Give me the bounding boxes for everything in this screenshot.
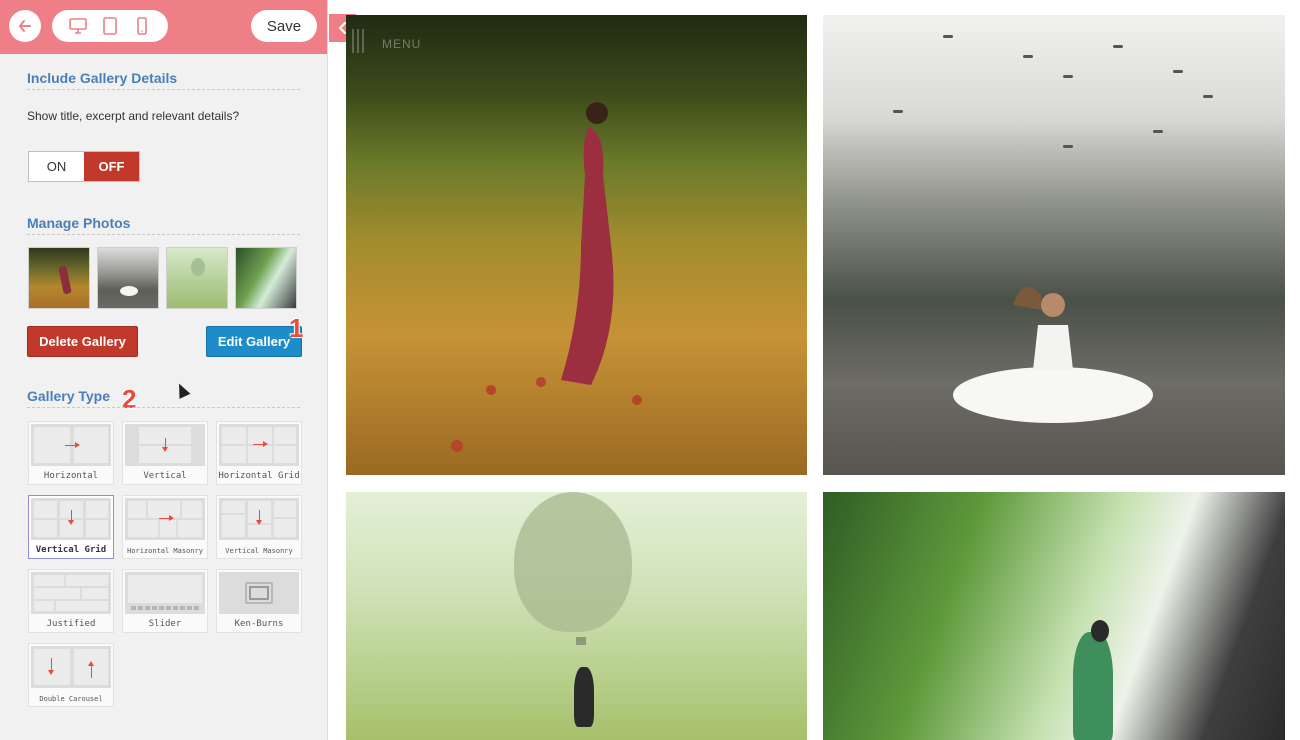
delete-gallery-button[interactable]: Delete Gallery xyxy=(27,326,138,357)
gallery-photo-waterfall[interactable] xyxy=(823,492,1285,740)
balloon-basket xyxy=(576,637,586,645)
gallery-type-label: Double Carousel xyxy=(39,695,103,703)
gallery-type-horizontal[interactable]: Horizontal xyxy=(28,421,114,485)
gallery-type-ken-burns[interactable]: Ken-Burns xyxy=(216,569,302,633)
step-marker-1: 1 xyxy=(289,313,304,343)
menu-label[interactable]: MENU xyxy=(382,37,421,51)
photo-thumbnails xyxy=(28,247,297,309)
gallery-type-slider[interactable]: Slider xyxy=(122,569,208,633)
gallery-type-label: Slider xyxy=(148,619,182,629)
photo-thumbnail[interactable] xyxy=(28,247,90,309)
figure-silhouette xyxy=(561,102,614,385)
ken-burns-layout-icon xyxy=(219,572,299,614)
gallery-type-horizontal-masonry[interactable]: Horizontal Masonry xyxy=(122,495,208,559)
sidebar: Save Include Gallery Details Show title,… xyxy=(0,0,328,740)
mouse-cursor-icon xyxy=(173,381,191,399)
gallery-type-label: Horizontal Masonry xyxy=(127,547,203,555)
gallery-preview: MENU xyxy=(346,15,1286,740)
manage-photos-heading: Manage Photos xyxy=(27,215,131,231)
vertical-layout-icon xyxy=(125,424,205,466)
gallery-type-justified[interactable]: Justified xyxy=(28,569,114,633)
gallery-type-label: Ken-Burns xyxy=(234,619,284,629)
balloon-shape xyxy=(514,492,632,632)
gallery-type-label: Vertical Grid xyxy=(35,545,107,555)
mobile-icon[interactable] xyxy=(129,13,155,39)
sidebar-toolbar: Save xyxy=(0,0,327,54)
edit-gallery-button[interactable]: Edit Gallery xyxy=(206,326,302,357)
vertical-masonry-layout-icon xyxy=(219,498,299,540)
gallery-type-double-carousel[interactable]: Double Carousel xyxy=(28,643,114,707)
double-carousel-layout-icon xyxy=(31,646,111,688)
vertical-grid-layout-icon xyxy=(31,498,111,540)
figure-head xyxy=(1091,620,1109,642)
toggle-on-option[interactable]: ON xyxy=(29,152,84,181)
arrow-left-icon xyxy=(19,20,31,32)
horizontal-layout-icon xyxy=(31,424,111,466)
section-divider xyxy=(27,407,300,408)
justified-layout-icon xyxy=(31,572,111,614)
gallery-photo-woman-white-dress[interactable] xyxy=(823,15,1285,475)
menu-icon[interactable] xyxy=(352,29,368,53)
figure-silhouette xyxy=(1073,632,1113,740)
back-button[interactable] xyxy=(9,10,41,42)
gallery-type-label: Justified xyxy=(46,619,96,629)
gallery-type-vertical-grid[interactable]: Vertical Grid xyxy=(28,495,114,559)
gallery-photo-woman-red-dress[interactable]: MENU xyxy=(346,15,807,475)
gallery-type-label: Vertical xyxy=(143,471,187,481)
photo-thumbnail[interactable] xyxy=(235,247,297,309)
horizontal-masonry-layout-icon xyxy=(125,498,205,540)
gallery-type-grid: Horizontal Vertical Horizontal Grid Vert… xyxy=(28,421,304,717)
section-divider xyxy=(27,234,300,235)
app-window: Save Include Gallery Details Show title,… xyxy=(0,0,1300,740)
toggle-off-option[interactable]: OFF xyxy=(84,152,139,181)
photo-thumbnail[interactable] xyxy=(166,247,228,309)
gallery-details-description: Show title, excerpt and relevant details… xyxy=(27,109,240,123)
tablet-icon[interactable] xyxy=(97,13,123,39)
device-switcher xyxy=(52,10,168,42)
slider-layout-icon xyxy=(125,572,205,614)
gallery-details-heading: Include Gallery Details xyxy=(27,70,178,86)
desktop-icon[interactable] xyxy=(65,13,91,39)
figure-silhouette xyxy=(953,287,1153,423)
gallery-type-horizontal-grid[interactable]: Horizontal Grid xyxy=(216,421,302,485)
gallery-type-label: Horizontal Grid xyxy=(218,471,300,481)
gallery-type-label: Vertical Masonry xyxy=(225,547,293,555)
figure-silhouette xyxy=(574,667,594,727)
gallery-photo-hot-air-balloon[interactable] xyxy=(346,492,807,740)
step-marker-2: 2 xyxy=(122,384,137,414)
gallery-type-heading: Gallery Type xyxy=(27,388,111,404)
gallery-type-label: Horizontal xyxy=(43,471,99,481)
section-divider xyxy=(27,89,300,90)
details-toggle[interactable]: ON OFF xyxy=(28,151,140,182)
horizontal-grid-layout-icon xyxy=(219,424,299,466)
gallery-type-vertical[interactable]: Vertical xyxy=(122,421,208,485)
save-button[interactable]: Save xyxy=(251,10,317,42)
gallery-type-vertical-masonry[interactable]: Vertical Masonry xyxy=(216,495,302,559)
photo-thumbnail[interactable] xyxy=(97,247,159,309)
